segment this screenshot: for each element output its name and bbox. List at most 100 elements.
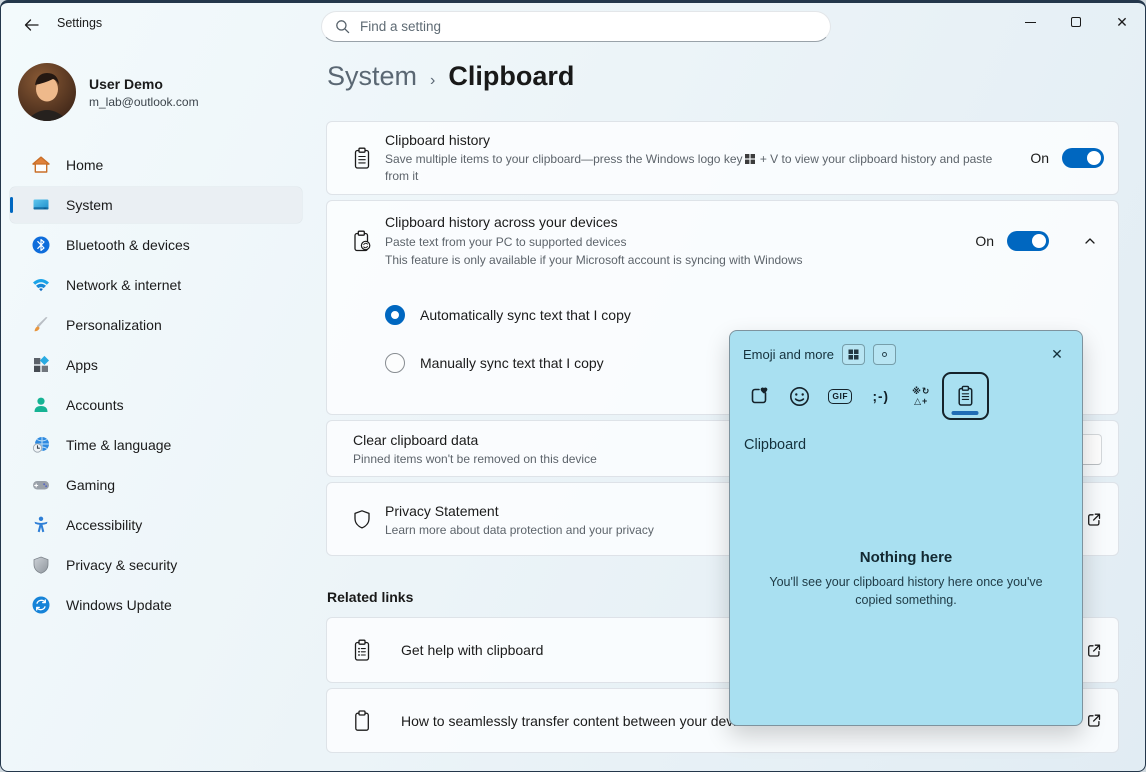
- card-title: Clipboard history: [385, 132, 1014, 148]
- breadcrumb-separator: ›: [430, 72, 435, 90]
- empty-state-description: You'll see your clipboard history here o…: [751, 573, 1061, 609]
- card-description: Save multiple items to your clipboard—pr…: [385, 151, 1014, 184]
- home-icon: [31, 155, 51, 175]
- link-label: Get help with clipboard: [401, 642, 543, 658]
- sidebar-item-time-language[interactable]: Time & language: [10, 427, 302, 463]
- minimize-icon: [1025, 22, 1036, 23]
- tab-clipboard[interactable]: [942, 372, 989, 420]
- heart-box-icon: [747, 384, 771, 408]
- system-icon: [31, 195, 51, 215]
- popup-header: Emoji and more ✕: [730, 331, 1082, 366]
- sidebar-item-apps[interactable]: Apps: [10, 347, 302, 383]
- sidebar-item-label: System: [66, 197, 113, 213]
- search-icon: [335, 19, 350, 34]
- breadcrumb: System › Clipboard: [327, 61, 1119, 101]
- collapse-expander-button[interactable]: [1076, 227, 1104, 255]
- sidebar-item-windows-update[interactable]: Windows Update: [10, 587, 302, 623]
- sidebar-item-personalization[interactable]: Personalization: [10, 307, 302, 343]
- emoji-and-more-popup: Emoji and more ✕ GIF ;-) ※↻: [729, 330, 1083, 726]
- apps-icon: [31, 355, 51, 375]
- sidebar-item-label: Home: [66, 157, 103, 173]
- tab-symbols[interactable]: ※↻ △+: [901, 373, 942, 420]
- symbols-icon: ※↻ △+: [912, 386, 930, 407]
- search-input[interactable]: [360, 19, 780, 34]
- app-title: Settings: [57, 16, 102, 30]
- clipboard-empty-state: Nothing here You'll see your clipboard h…: [730, 549, 1082, 609]
- avatar: [18, 63, 76, 121]
- external-link-icon[interactable]: [1083, 509, 1103, 529]
- clipboard-list-icon: [339, 639, 385, 662]
- sidebar-item-gaming[interactable]: Gaming: [10, 467, 302, 503]
- privacy-security-icon: [31, 555, 51, 575]
- sidebar-item-label: Network & internet: [66, 277, 181, 293]
- smiley-icon: [788, 385, 811, 408]
- back-arrow-icon: [23, 17, 40, 33]
- tab-emoji[interactable]: [780, 373, 821, 420]
- sidebar-item-label: Time & language: [66, 437, 171, 453]
- user-name: User Demo: [89, 76, 199, 92]
- sidebar-item-label: Gaming: [66, 477, 115, 493]
- popup-close-button[interactable]: ✕: [1044, 342, 1070, 366]
- external-link-icon[interactable]: [1083, 640, 1103, 660]
- search-box[interactable]: [321, 11, 831, 42]
- tab-most-recently-used[interactable]: [739, 373, 780, 420]
- popup-section-label: Clipboard: [730, 420, 1082, 453]
- sidebar-item-label: Accessibility: [66, 517, 142, 533]
- card-title: Clipboard history across your devices: [385, 214, 959, 230]
- bluetooth-icon: [31, 235, 51, 255]
- personalization-icon: [31, 315, 51, 335]
- back-button[interactable]: [17, 12, 45, 38]
- window-controls: ✕: [1007, 3, 1145, 41]
- sidebar-item-home[interactable]: Home: [10, 147, 302, 183]
- selected-indicator: [10, 197, 13, 213]
- sidebar-item-network-internet[interactable]: Network & internet: [10, 267, 302, 303]
- minimize-button[interactable]: [1007, 3, 1053, 41]
- sidebar-item-privacy-security[interactable]: Privacy & security: [10, 547, 302, 583]
- sidebar-item-system[interactable]: System: [10, 187, 302, 223]
- chevron-up-icon: [1083, 234, 1097, 248]
- radio-unselected-icon: [385, 353, 405, 373]
- windows-update-icon: [31, 595, 51, 615]
- sidebar-item-accounts[interactable]: Accounts: [10, 387, 302, 423]
- radio-selected-icon: [385, 305, 405, 325]
- popup-tabs: GIF ;-) ※↻ △+: [730, 366, 1082, 420]
- windows-key-icon: [842, 344, 865, 365]
- accounts-icon: [31, 395, 51, 415]
- maximize-icon: [1071, 17, 1081, 27]
- sidebar-item-label: Personalization: [66, 317, 162, 333]
- tab-kaomoji[interactable]: ;-): [861, 373, 902, 420]
- clipboard-sync-toggle[interactable]: [1007, 231, 1049, 251]
- tab-gif[interactable]: GIF: [820, 373, 861, 420]
- link-label: How to seamlessly transfer content betwe…: [401, 713, 758, 729]
- accessibility-icon: [31, 515, 51, 535]
- user-profile[interactable]: User Demo m_lab@outlook.com: [1, 47, 311, 121]
- close-button[interactable]: ✕: [1099, 3, 1145, 41]
- sidebar: User Demo m_lab@outlook.com Home System …: [1, 47, 311, 771]
- gif-icon: GIF: [828, 389, 852, 404]
- clipboard-icon: [956, 385, 975, 408]
- maximize-button[interactable]: [1053, 3, 1099, 41]
- user-email: m_lab@outlook.com: [89, 95, 199, 109]
- kaomoji-icon: ;-): [873, 389, 890, 404]
- breadcrumb-system[interactable]: System: [327, 61, 417, 92]
- clipboard-history-card: Clipboard history Save multiple items to…: [326, 121, 1119, 195]
- shield-icon: [339, 509, 385, 531]
- sidebar-item-label: Apps: [66, 357, 98, 373]
- close-icon: ✕: [1116, 15, 1128, 29]
- sidebar-item-label: Windows Update: [66, 597, 172, 613]
- toggle-state-label: On: [1030, 150, 1049, 166]
- clipboard-history-toggle[interactable]: [1062, 148, 1104, 168]
- time-language-icon: [31, 435, 51, 455]
- card-note: This feature is only available if your M…: [385, 252, 959, 268]
- popup-title: Emoji and more: [743, 347, 834, 362]
- empty-state-title: Nothing here: [730, 549, 1082, 566]
- clipboard-sync-header[interactable]: Clipboard history across your devices Pa…: [327, 201, 1118, 281]
- period-key-icon: [873, 344, 896, 365]
- page-title: Clipboard: [448, 61, 574, 92]
- external-link-icon[interactable]: [1083, 711, 1103, 731]
- clipboard-icon: [339, 710, 385, 732]
- sidebar-item-label: Bluetooth & devices: [66, 237, 190, 253]
- sidebar-item-bluetooth-devices[interactable]: Bluetooth & devices: [10, 227, 302, 263]
- network-icon: [31, 275, 51, 295]
- sidebar-item-accessibility[interactable]: Accessibility: [10, 507, 302, 543]
